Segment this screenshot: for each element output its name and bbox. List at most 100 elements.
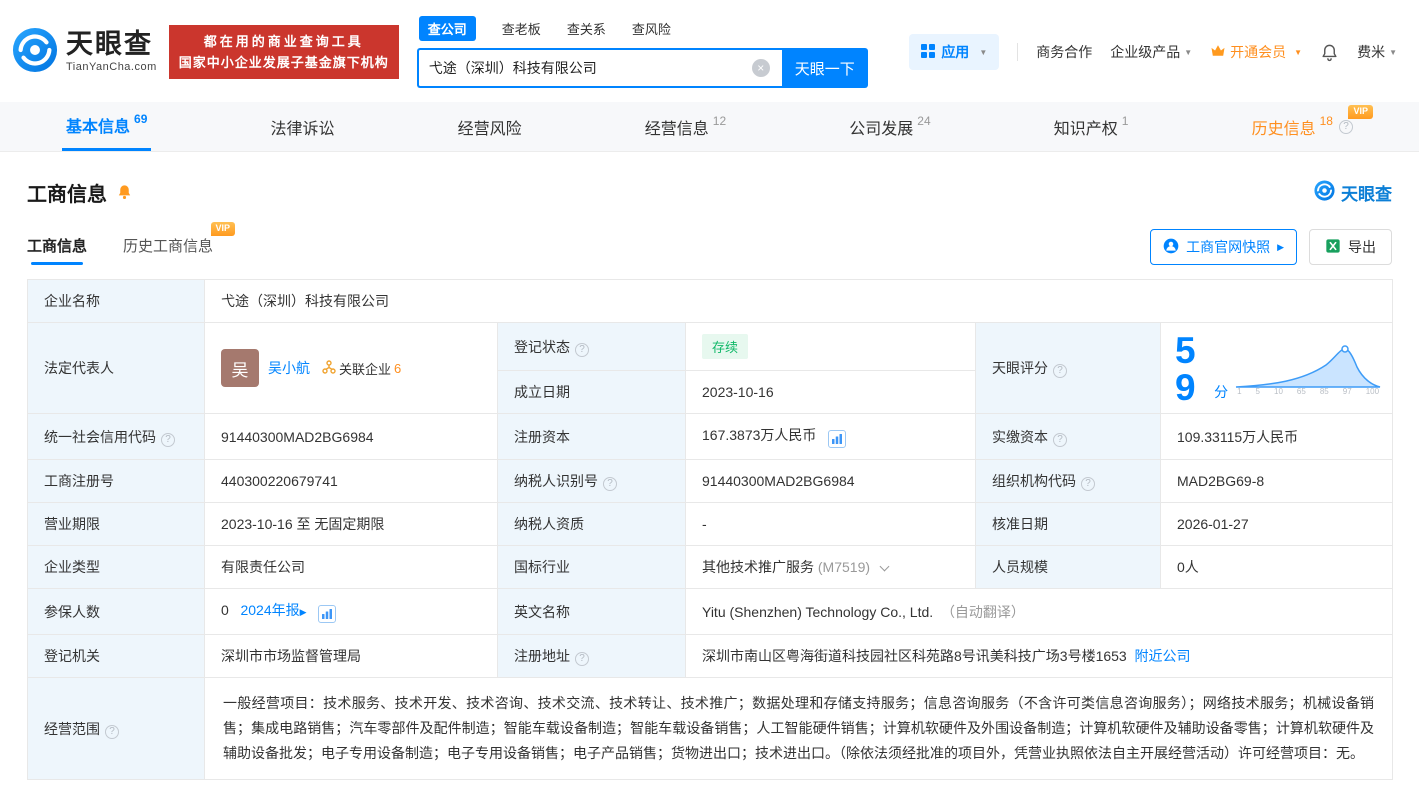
banner-line-2: 国家中小企业发展子基金旗下机构	[178, 55, 389, 70]
monitor-bell-icon[interactable]	[116, 184, 133, 201]
tick-label: 100	[1365, 386, 1380, 396]
help-icon[interactable]: ?	[575, 342, 589, 357]
subtab-business-info[interactable]: 工商信息	[27, 235, 87, 265]
credit-code-value: 91440300MAD2BG6984	[204, 413, 498, 460]
tab-label: 法律诉讼	[270, 120, 335, 138]
taxpayer-qual-value: -	[685, 502, 976, 546]
enterprise-products-label: 企业级产品	[1110, 44, 1181, 60]
field-label: 实缴资本	[992, 428, 1048, 445]
legal-rep-avatar[interactable]: 吴	[221, 349, 259, 387]
help-icon[interactable]: ?	[1053, 364, 1067, 378]
tab-label: 公司发展	[849, 120, 914, 138]
chevron-down-icon: ▼	[1184, 47, 1193, 57]
enterprise-products-link[interactable]: 企业级产品 ▼	[1110, 42, 1192, 62]
annual-report-link[interactable]: 2024年报▶	[240, 602, 306, 618]
field-label: 企业类型	[44, 559, 100, 575]
company-name-label: 企业名称	[27, 279, 205, 323]
excel-icon	[1325, 238, 1341, 257]
table-row: 经营范围? 一般经营项目：技术服务、技术开发、技术咨询、技术交流、技术转让、技术…	[27, 677, 1394, 780]
insured-value: 0 2024年报▶	[204, 588, 498, 635]
promo-banner: 都在用的商业查询工具 国家中小企业发展子基金旗下机构	[168, 24, 399, 80]
export-button[interactable]: 导出	[1309, 229, 1392, 265]
field-label: 登记机关	[44, 648, 100, 664]
notification-bell-icon[interactable]	[1320, 43, 1339, 62]
legal-rep-label: 法定代表人	[27, 322, 205, 414]
auto-translate-note: （自动翻译）	[940, 603, 1025, 620]
reg-capital-label: 注册资本	[497, 413, 686, 460]
search-tab-company[interactable]: 查公司	[418, 16, 476, 41]
nearby-companies-link[interactable]: 附近公司	[1135, 648, 1191, 664]
legal-rep-name-link[interactable]: 吴小航	[268, 358, 310, 378]
table-row: 营业期限 2023-10-16 至 无固定期限 纳税人资质 - 核准日期 202…	[27, 502, 1394, 546]
search-tab-boss[interactable]: 查老板	[502, 19, 541, 38]
chevron-down-icon: ▼	[979, 47, 988, 57]
business-cooperation-link[interactable]: 商务合作	[1036, 42, 1092, 62]
brand-watermark: 天眼查	[1314, 179, 1392, 206]
field-label: 注册资本	[514, 428, 570, 445]
field-label: 注册地址	[514, 648, 570, 664]
address-value: 深圳市南山区粤海街道科技园社区科苑路8号讯美科技广场3号楼1653 附近公司	[684, 634, 1394, 678]
field-label: 法定代表人	[44, 360, 114, 376]
term-value: 2023-10-16 至 无固定期限	[204, 502, 498, 546]
field-label: 纳税人识别号	[514, 473, 598, 489]
field-label: 营业期限	[44, 516, 100, 532]
search-tab-risk[interactable]: 查风险	[632, 19, 671, 38]
reg-no-label: 工商注册号	[27, 459, 205, 503]
established-value: 2023-10-16	[685, 370, 976, 414]
business-info-table: 企业名称 弋途（深圳）科技有限公司 法定代表人 吴 吴小航 关联企业 6 登记状…	[27, 279, 1394, 780]
tab-history-info[interactable]: VIP 历史信息 18 ?	[1248, 102, 1373, 151]
related-companies-link[interactable]: 关联企业 6	[322, 359, 401, 378]
field-label: 登记状态	[514, 338, 570, 355]
clear-search-icon[interactable]: ×	[751, 59, 770, 77]
taxpayer-qual-label: 纳税人资质	[497, 502, 686, 546]
table-row: 企业名称 弋途（深圳）科技有限公司	[27, 279, 1394, 323]
field-value: 弋途（深圳）科技有限公司	[221, 293, 389, 309]
field-value: MAD2BG69-8	[1177, 473, 1265, 489]
staff-size-label: 人员规模	[975, 545, 1161, 589]
tianyancha-logo-icon	[1314, 179, 1335, 206]
tianyancha-logo[interactable]: 天眼查 TianYanCha.com	[12, 27, 157, 78]
subtab-history-label: 历史工商信息	[123, 238, 214, 255]
tab-legal-litigation[interactable]: 法律诉讼	[267, 102, 339, 151]
help-icon[interactable]: ?	[105, 724, 119, 739]
insured-trend-icon[interactable]	[318, 605, 337, 623]
capital-compare-icon[interactable]	[828, 430, 847, 448]
help-icon[interactable]: ?	[575, 652, 589, 666]
search-tab-relation[interactable]: 查关系	[567, 19, 606, 38]
logo-title: 天眼查	[66, 29, 153, 59]
top-bar: 天眼查 TianYanCha.com 都在用的商业查询工具 国家中小企业发展子基…	[0, 0, 1419, 98]
field-value: 2026-01-27	[1177, 516, 1249, 532]
industry-value: 其他技术推广服务 (M7519)	[685, 545, 976, 589]
subtab-history-business-info[interactable]: VIP 历史工商信息	[123, 222, 236, 265]
subtab-bar: 工商信息 VIP 历史工商信息 工商官网快照 ▶ 导出	[27, 222, 1392, 265]
tab-basic-info[interactable]: 基本信息 69	[62, 102, 152, 151]
official-snapshot-button[interactable]: 工商官网快照 ▶	[1150, 229, 1297, 265]
tab-label: 历史信息	[1251, 120, 1316, 138]
help-icon[interactable]: ?	[161, 432, 175, 447]
user-menu[interactable]: 费米 ▼	[1357, 42, 1397, 62]
credit-code-label: 统一社会信用代码?	[27, 413, 205, 460]
help-icon[interactable]: ?	[603, 477, 617, 491]
org-code-value: MAD2BG69-8	[1159, 459, 1394, 503]
english-name-label: 英文名称	[497, 588, 686, 635]
search-button[interactable]: 天眼一下	[781, 48, 868, 88]
primary-tab-bar: 基本信息 69 法律诉讼 经营风险 经营信息 12 公司发展 24 知识产权 1…	[0, 102, 1419, 152]
tab-label: 经营信息	[644, 120, 709, 138]
field-label: 英文名称	[514, 603, 570, 620]
english-name-value: Yitu (Shenzhen) Technology Co., Ltd. （自动…	[684, 588, 1394, 635]
help-icon[interactable]: ?	[1053, 432, 1067, 447]
apps-button[interactable]: 应用 ▼	[909, 34, 1000, 70]
chevron-down-icon[interactable]	[879, 561, 890, 572]
tab-operation-risk[interactable]: 经营风险	[454, 102, 526, 151]
table-row: 参保人数 0 2024年报▶ 英文名称 Yitu (Shenzhen) Tech…	[27, 588, 1394, 635]
field-value: 109.33115万人民币	[1177, 428, 1299, 445]
search-input[interactable]	[416, 48, 782, 88]
tab-intellectual-property[interactable]: 知识产权 1	[1050, 102, 1133, 151]
help-icon[interactable]: ?	[1338, 119, 1353, 134]
field-label: 成立日期	[514, 384, 570, 400]
field-label: 统一社会信用代码	[44, 428, 156, 445]
tab-operation-info[interactable]: 经营信息 12	[641, 102, 730, 151]
help-icon[interactable]: ?	[1081, 477, 1095, 491]
tab-company-development[interactable]: 公司发展 24	[845, 102, 934, 151]
open-vip-link[interactable]: 开通会员 ▼	[1210, 42, 1302, 62]
